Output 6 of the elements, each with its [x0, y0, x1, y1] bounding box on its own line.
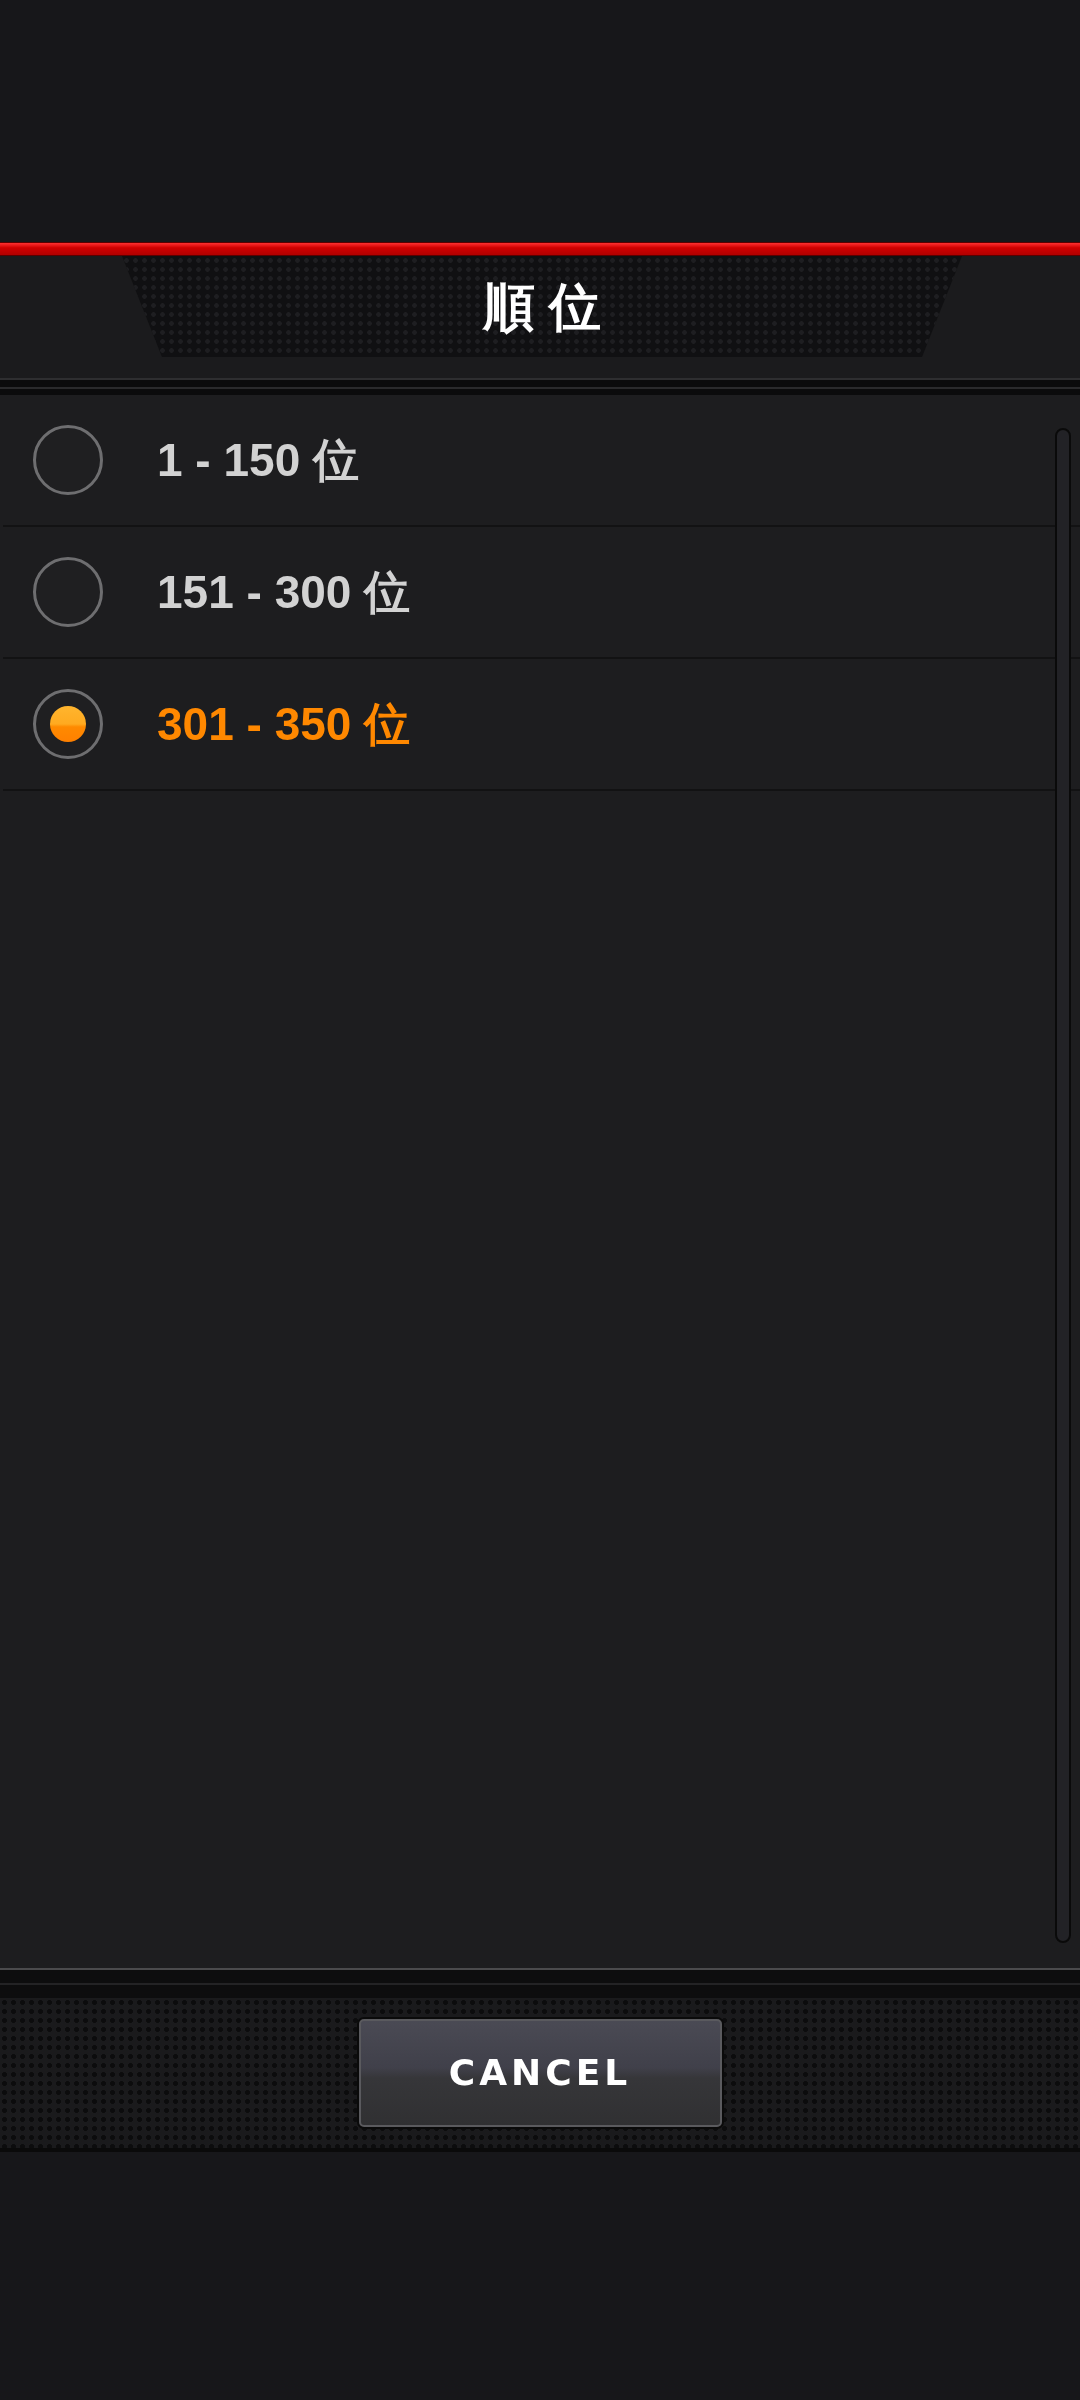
option-label[interactable]: 301 - 350 位 [157, 701, 411, 747]
dialog-title: 順 位 [482, 280, 602, 333]
cancel-button[interactable]: CANCEL [358, 2019, 722, 2127]
scroll-bar[interactable] [1055, 428, 1071, 1943]
option-label[interactable]: 1 - 150 位 [157, 437, 359, 483]
option-label[interactable]: 151 - 300 位 [157, 569, 411, 615]
